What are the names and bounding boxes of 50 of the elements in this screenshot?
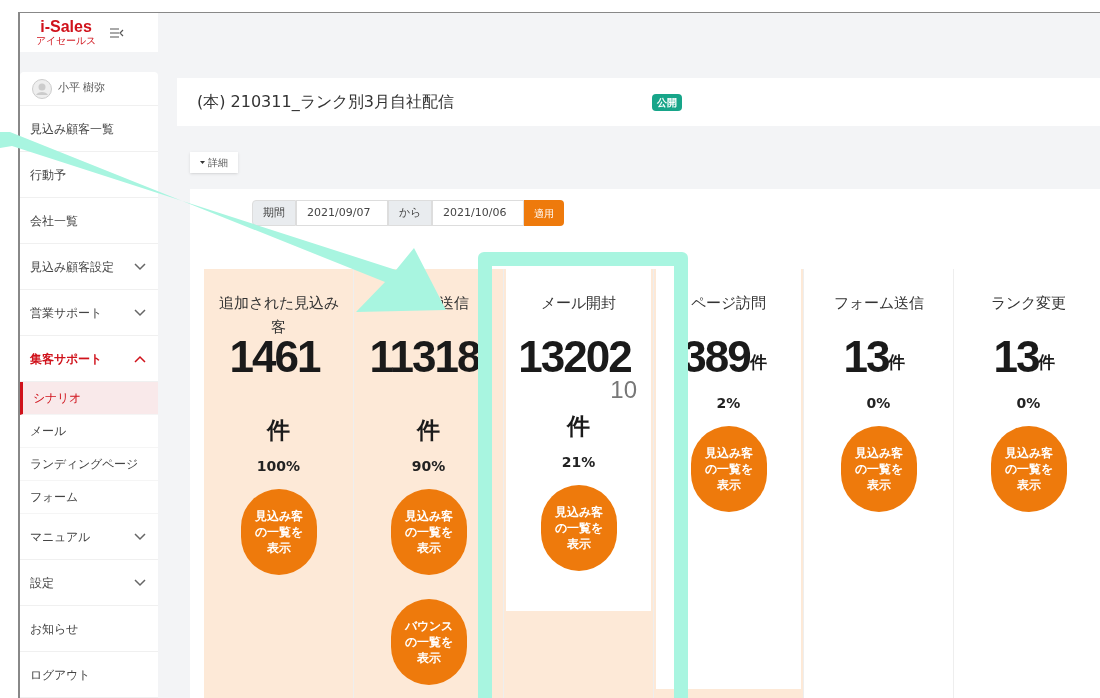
column-header: ページ訪問 bbox=[691, 294, 766, 312]
chevron-down-icon bbox=[134, 262, 146, 271]
logo: i-Sales bbox=[40, 19, 92, 35]
sidebar-item[interactable]: 会社一覧 bbox=[20, 198, 158, 244]
column-header: メール開封 bbox=[541, 294, 616, 312]
chevron-down-icon bbox=[134, 532, 146, 541]
percent-value: 2% bbox=[716, 394, 741, 413]
count-unit: 件 bbox=[749, 351, 767, 374]
sidebar-subitem[interactable]: ランディングページ bbox=[20, 448, 158, 481]
avatar-icon bbox=[32, 78, 52, 99]
column-header: 追加された見込み客 bbox=[218, 294, 339, 336]
sidebar-subitem[interactable]: シナリオ bbox=[20, 382, 158, 415]
count-unit: 件 bbox=[267, 416, 290, 445]
count-value: 11318 bbox=[369, 331, 480, 383]
sidebar-item[interactable]: 見込み顧客設定 bbox=[20, 244, 158, 290]
sidebar-item[interactable]: お知らせ bbox=[20, 606, 158, 652]
chevron-down-icon bbox=[134, 308, 146, 317]
percent-value: 90% bbox=[411, 456, 446, 476]
percent-value: 100% bbox=[256, 456, 301, 476]
menu-collapse-icon[interactable] bbox=[110, 27, 124, 38]
percent-value: 0% bbox=[1016, 394, 1041, 413]
percent-value: 0% bbox=[866, 394, 891, 413]
chevron-up-icon bbox=[134, 354, 146, 363]
count-value: 13 bbox=[993, 331, 1039, 383]
sidebar-item[interactable]: マニュアル bbox=[20, 514, 158, 560]
date-field[interactable]: 2021/10/06 bbox=[432, 200, 524, 226]
percent-value: 21% bbox=[561, 452, 596, 472]
status-badge: 公開 bbox=[652, 93, 682, 111]
count-value: 389 bbox=[682, 331, 750, 383]
sidebar-item[interactable]: 営業サポート bbox=[20, 290, 158, 336]
logo-subtext: アイセールス bbox=[36, 35, 96, 46]
count-unit: 件 bbox=[567, 412, 590, 441]
sidebar-item[interactable]: ログアウト bbox=[20, 652, 158, 698]
range-separator: から bbox=[388, 200, 432, 226]
caret-icon bbox=[200, 161, 205, 164]
count-unit: 件 bbox=[888, 351, 906, 374]
period-label: 期間 bbox=[252, 200, 296, 226]
details-toggle[interactable]: 詳細 bbox=[190, 152, 238, 173]
column-header: フォーム送信 bbox=[833, 294, 924, 312]
chevron-down-icon bbox=[134, 578, 146, 587]
date-field[interactable]: 2021/09/07 bbox=[296, 200, 388, 226]
count-value: 13 bbox=[843, 331, 889, 383]
sidebar-subitem[interactable]: フォーム bbox=[20, 481, 158, 514]
user-name: 小平 樹弥 bbox=[58, 80, 106, 97]
page-title: (本) 210311_ランク別3月自社配信 bbox=[197, 91, 455, 113]
sidebar-subitem[interactable]: メール bbox=[20, 415, 158, 448]
count-unit: 件 bbox=[417, 416, 440, 445]
sidebar-item[interactable]: 設定 bbox=[20, 560, 158, 606]
count-unit: 件 bbox=[1038, 351, 1056, 374]
column-header: ランク変更 bbox=[991, 294, 1066, 312]
